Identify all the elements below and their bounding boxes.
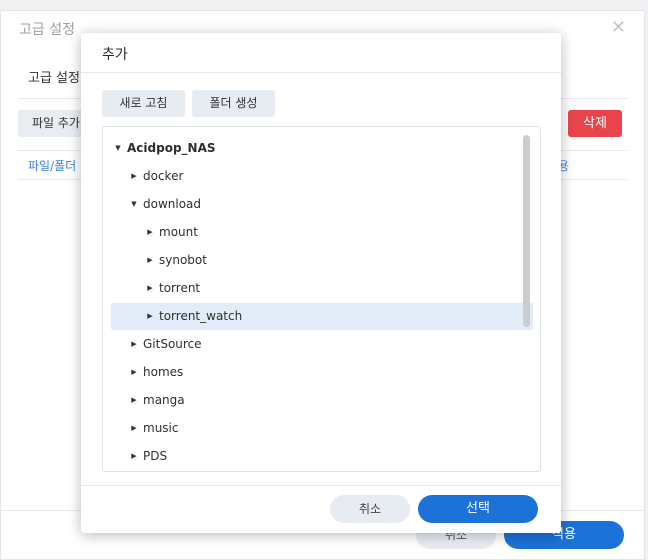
tree-item[interactable]: ▶ torrent_watch	[111, 303, 533, 330]
column-header-file-folder[interactable]: 파일/폴더	[28, 157, 76, 174]
tree-item[interactable]: ▶ torrent	[111, 275, 533, 302]
tree-item[interactable]: ▶ mount	[111, 219, 533, 246]
dialog-title: 추가	[102, 47, 128, 63]
tree-item-label: torrent_watch	[159, 309, 243, 323]
tree-item[interactable]: ▶ GitSource	[111, 331, 533, 358]
tree-item[interactable]: ▶ PDS	[111, 443, 533, 470]
window-title: 고급 설정	[19, 22, 75, 38]
tree-scrollbar[interactable]	[523, 135, 530, 327]
tree-item[interactable]: ▼ download	[111, 191, 533, 218]
caret-right-icon[interactable]: ▶	[145, 219, 155, 246]
caret-right-icon[interactable]: ▶	[129, 387, 139, 414]
caret-right-icon[interactable]: ▶	[145, 275, 155, 302]
tree-item[interactable]: ▼ Acidpop_NAS	[111, 135, 533, 162]
divider	[81, 72, 561, 73]
caret-right-icon[interactable]: ▶	[145, 247, 155, 274]
add-dialog: 추가 새로 고침 폴더 생성 ▼ Acidpop_NAS ▶ docker ▼ downl…	[81, 33, 561, 533]
delete-button[interactable]: 삭제	[568, 110, 622, 137]
tree-item-label: music	[143, 421, 179, 435]
tab-advanced-settings[interactable]: 고급 설정	[28, 67, 80, 86]
tree-item-label: GitSource	[143, 337, 202, 351]
tree-item-label: download	[143, 197, 202, 211]
tree-item-label: docker	[143, 169, 184, 183]
close-icon[interactable]: ✕	[611, 17, 626, 38]
caret-down-icon[interactable]: ▼	[129, 191, 139, 218]
tree-item[interactable]: ▶ manga	[111, 387, 533, 414]
tree-item-label: Acidpop_NAS	[127, 141, 216, 155]
caret-down-icon[interactable]: ▼	[113, 135, 123, 162]
tree-item[interactable]: ▶ homes	[111, 359, 533, 386]
dialog-select-button[interactable]: 선택	[418, 495, 538, 523]
tree-item[interactable]: ▶ synobot	[111, 247, 533, 274]
tree-item-label: torrent	[159, 281, 201, 295]
tree-item-label: mount	[159, 225, 198, 239]
tree-item[interactable]: ▶ docker	[111, 163, 533, 190]
tree-item-label: synobot	[159, 253, 207, 267]
create-folder-button[interactable]: 폴더 생성	[192, 90, 275, 117]
tree-item-label: manga	[143, 393, 185, 407]
tree-item-label: PDS	[143, 449, 168, 463]
caret-right-icon[interactable]: ▶	[145, 303, 155, 330]
dialog-cancel-button[interactable]: 취소	[330, 495, 410, 523]
caret-right-icon[interactable]: ▶	[129, 443, 139, 470]
tree-item-label: homes	[143, 365, 184, 379]
refresh-button[interactable]: 새로 고침	[102, 90, 185, 117]
caret-right-icon[interactable]: ▶	[129, 359, 139, 386]
caret-right-icon[interactable]: ▶	[129, 163, 139, 190]
folder-tree[interactable]: ▼ Acidpop_NAS ▶ docker ▼ download ▶ mount ▶ synob…	[102, 126, 541, 472]
tree-item[interactable]: ▶ music	[111, 415, 533, 442]
caret-right-icon[interactable]: ▶	[129, 331, 139, 358]
divider	[81, 485, 561, 486]
caret-right-icon[interactable]: ▶	[129, 415, 139, 442]
